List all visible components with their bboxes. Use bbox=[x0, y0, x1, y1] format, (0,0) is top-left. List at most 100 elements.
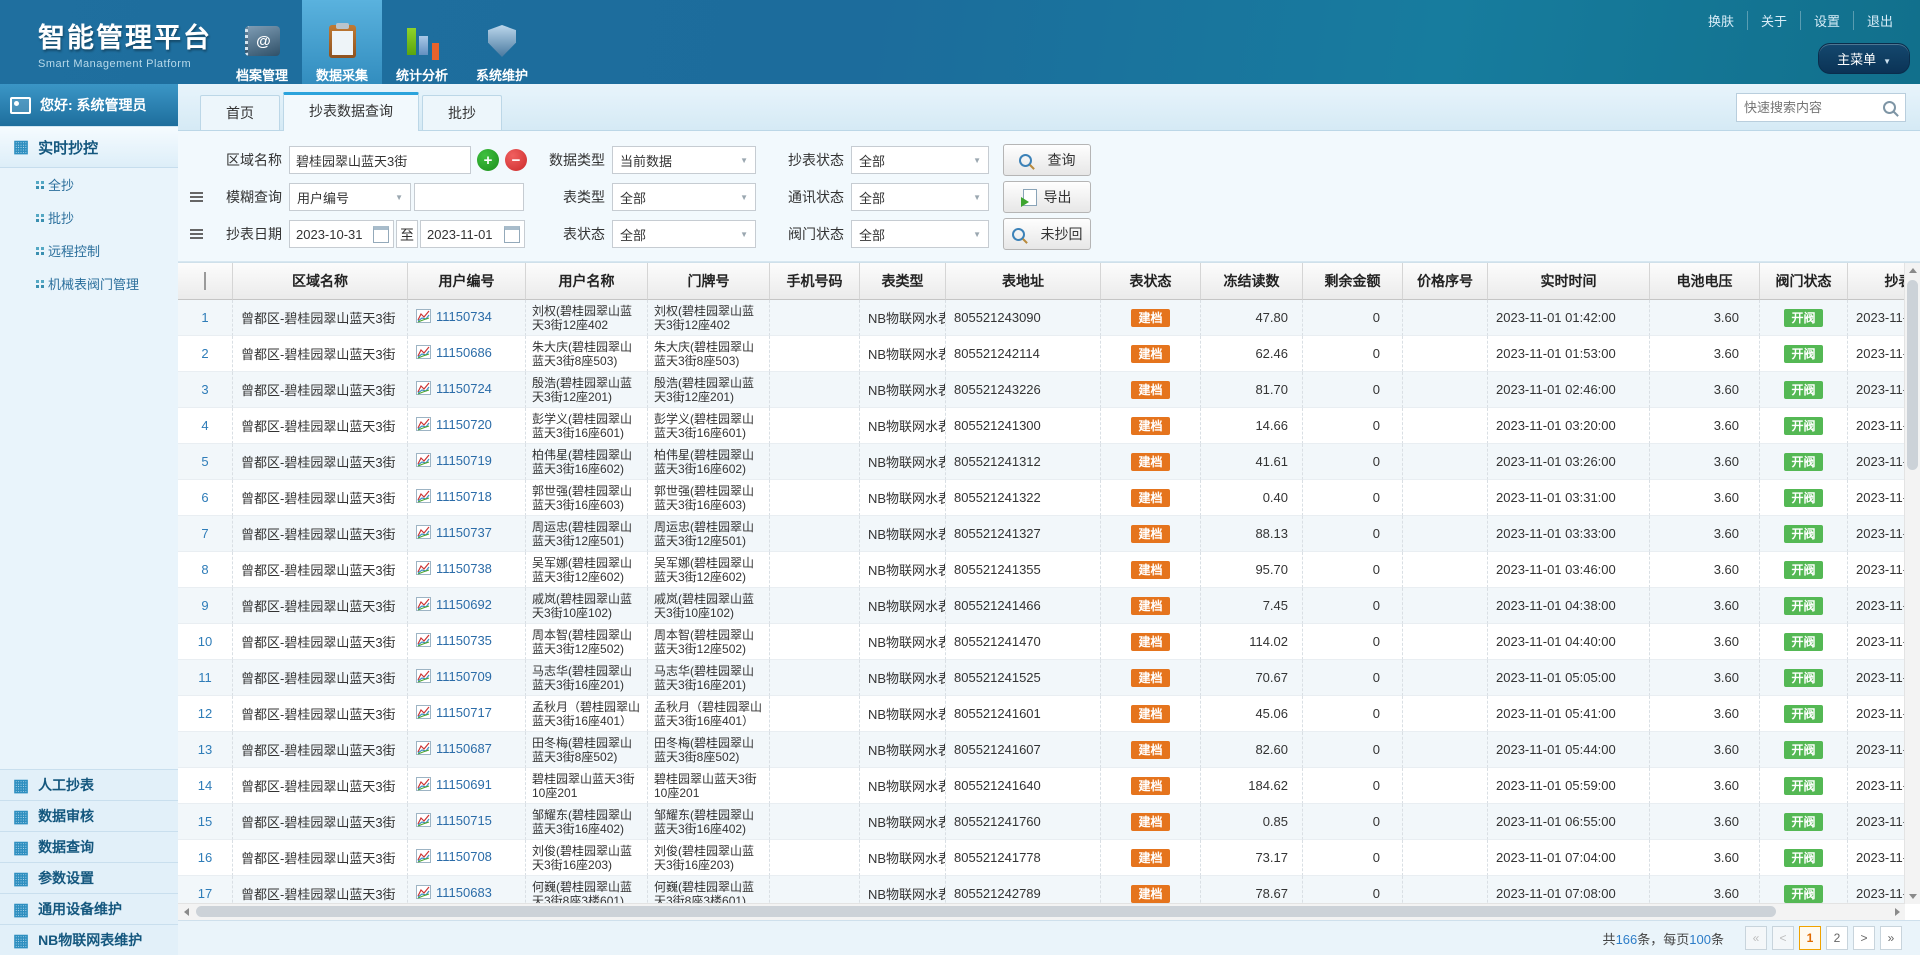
pagination-button[interactable]: 1 bbox=[1799, 926, 1821, 950]
usage-chart-icon[interactable] bbox=[416, 309, 431, 326]
usage-chart-icon[interactable] bbox=[416, 345, 431, 362]
date-from-input[interactable]: 2023-10-31 bbox=[289, 220, 394, 248]
table-row[interactable]: 8 曾都区-碧桂园翠山蓝天3街 11150738 吴军娜(碧桂园翠山蓝天3街12… bbox=[178, 552, 1905, 588]
table-row[interactable]: 10 曾都区-碧桂园翠山蓝天3街 11150735 周本智(碧桂园翠山蓝天3街1… bbox=[178, 624, 1905, 660]
pagination-button[interactable]: > bbox=[1853, 926, 1875, 950]
usage-chart-icon[interactable] bbox=[416, 489, 431, 506]
usage-chart-icon[interactable] bbox=[416, 669, 431, 686]
valve-status-select[interactable]: 全部▼ bbox=[851, 220, 989, 248]
table-row[interactable]: 5 曾都区-碧桂园翠山蓝天3街 11150719 柏伟星(碧桂园翠山蓝天3街16… bbox=[178, 444, 1905, 480]
table-row[interactable]: 9 曾都区-碧桂园翠山蓝天3街 11150692 戚岚(碧桂园翠山蓝天3街10座… bbox=[178, 588, 1905, 624]
tab[interactable]: 批抄 bbox=[422, 95, 502, 130]
table-row[interactable]: 14 曾都区-碧桂园翠山蓝天3街 11150691 碧桂园翠山蓝天3街10座20… bbox=[178, 768, 1905, 804]
add-area-button[interactable]: + bbox=[477, 149, 499, 171]
calendar-icon[interactable] bbox=[373, 226, 389, 243]
scroll-left-button[interactable] bbox=[178, 904, 194, 919]
cell-meter-status: 建档 bbox=[1101, 768, 1201, 804]
user-no-value: 11150737 bbox=[436, 525, 492, 540]
comm-status-select[interactable]: 全部▼ bbox=[851, 183, 989, 211]
tab[interactable]: 首页 bbox=[200, 95, 280, 130]
fuzzy-field-select[interactable]: 用户编号▼ bbox=[289, 183, 411, 211]
vertical-scroll-thumb[interactable] bbox=[1907, 280, 1918, 470]
meter-status-select[interactable]: 全部▼ bbox=[612, 220, 756, 248]
usage-chart-icon[interactable] bbox=[416, 561, 431, 578]
unread-button[interactable]: 未抄回 bbox=[1003, 218, 1091, 250]
header-link[interactable]: 退出 bbox=[1854, 11, 1906, 30]
meter-type-select[interactable]: 全部▼ bbox=[612, 183, 756, 211]
usage-chart-icon[interactable] bbox=[416, 777, 431, 794]
sidebar-item-realtime-reading[interactable]: 实时抄控 bbox=[0, 126, 178, 168]
table-row[interactable]: 4 曾都区-碧桂园翠山蓝天3街 11150720 彭学义(碧桂园翠山蓝天3街16… bbox=[178, 408, 1905, 444]
header-link[interactable]: 设置 bbox=[1801, 11, 1854, 30]
cell-user-no: 11150692 bbox=[408, 588, 526, 624]
nav-item[interactable]: 数据采集 bbox=[302, 0, 382, 91]
sidebar-sub-item[interactable]: 批抄 bbox=[0, 201, 178, 234]
usage-chart-icon[interactable] bbox=[416, 525, 431, 542]
scroll-down-button[interactable] bbox=[1905, 889, 1920, 904]
export-button[interactable]: 导出 bbox=[1003, 181, 1091, 213]
sidebar-bottom-item[interactable]: NB物联网表维护 bbox=[0, 924, 178, 955]
area-input[interactable] bbox=[289, 146, 471, 174]
table-row[interactable]: 11 曾都区-碧桂园翠山蓝天3街 11150709 马志华(碧桂园翠山蓝天3街1… bbox=[178, 660, 1905, 696]
pagination-button[interactable]: » bbox=[1880, 926, 1902, 950]
data-type-select[interactable]: 当前数据▼ bbox=[612, 146, 756, 174]
nav-item[interactable]: 统计分析 bbox=[382, 0, 462, 91]
scroll-right-button[interactable] bbox=[1889, 904, 1905, 919]
main-menu-button[interactable]: 主菜单 bbox=[1818, 43, 1910, 74]
sidebar-sub-item[interactable]: 远程控制 bbox=[0, 234, 178, 267]
usage-chart-icon[interactable] bbox=[416, 849, 431, 866]
sidebar-bottom-item[interactable]: 参数设置 bbox=[0, 862, 178, 893]
table-row[interactable]: 6 曾都区-碧桂园翠山蓝天3街 11150718 郭世强(碧桂园翠山蓝天3街16… bbox=[178, 480, 1905, 516]
nav-item[interactable]: 档案管理 bbox=[222, 0, 302, 91]
table-row[interactable]: 7 曾都区-碧桂园翠山蓝天3街 11150737 周运忠(碧桂园翠山蓝天3街12… bbox=[178, 516, 1905, 552]
cell-phone bbox=[770, 480, 860, 516]
pagination-button[interactable]: « bbox=[1745, 926, 1767, 950]
date-to-input[interactable]: 2023-11-01 bbox=[420, 220, 525, 248]
usage-chart-icon[interactable] bbox=[416, 633, 431, 650]
select-all-header[interactable] bbox=[178, 263, 233, 300]
horizontal-scroll-thumb[interactable] bbox=[196, 906, 1776, 917]
cell-door-no: 戚岚(碧桂园翠山蓝天3街10座102) bbox=[648, 588, 770, 624]
cell-meter-type: NB物联网水表 bbox=[860, 840, 946, 876]
usage-chart-icon[interactable] bbox=[416, 885, 431, 902]
sidebar-sub-item[interactable]: 全抄 bbox=[0, 168, 178, 201]
read-status-select[interactable]: 全部▼ bbox=[851, 146, 989, 174]
archive-icon bbox=[245, 26, 280, 56]
horizontal-scrollbar[interactable] bbox=[178, 903, 1905, 920]
table-row[interactable]: 13 曾都区-碧桂园翠山蓝天3街 11150687 田冬梅(碧桂园翠山蓝天3街8… bbox=[178, 732, 1905, 768]
fuzzy-input[interactable] bbox=[414, 183, 524, 211]
sidebar-sub-item[interactable]: 机械表阀门管理 bbox=[0, 267, 178, 300]
sidebar-bottom-item[interactable]: 人工抄表 bbox=[0, 769, 178, 800]
usage-chart-icon[interactable] bbox=[416, 597, 431, 614]
query-button[interactable]: 查询 bbox=[1003, 144, 1091, 176]
remove-area-button[interactable]: − bbox=[505, 149, 527, 171]
usage-chart-icon[interactable] bbox=[416, 417, 431, 434]
table-row[interactable]: 1 曾都区-碧桂园翠山蓝天3街 11150734 刘权(碧桂园翠山蓝天3街12座… bbox=[178, 300, 1905, 336]
table-row[interactable]: 17 曾都区-碧桂园翠山蓝天3街 11150683 何巍(碧桂园翠山蓝天3街8座… bbox=[178, 876, 1905, 904]
scroll-up-button[interactable] bbox=[1905, 263, 1920, 278]
calendar-icon[interactable] bbox=[504, 226, 520, 243]
usage-chart-icon[interactable] bbox=[416, 381, 431, 398]
cell-voltage: 3.60 bbox=[1650, 408, 1760, 444]
sidebar-bottom-item[interactable]: 通用设备维护 bbox=[0, 893, 178, 924]
sidebar-bottom-item[interactable]: 数据审核 bbox=[0, 800, 178, 831]
pagination-button[interactable]: < bbox=[1772, 926, 1794, 950]
table-row[interactable]: 16 曾都区-碧桂园翠山蓝天3街 11150708 刘俊(碧桂园翠山蓝天3街16… bbox=[178, 840, 1905, 876]
usage-chart-icon[interactable] bbox=[416, 741, 431, 758]
nav-item[interactable]: 系统维护 bbox=[462, 0, 542, 91]
search-icon[interactable] bbox=[1883, 101, 1896, 114]
table-row[interactable]: 3 曾都区-碧桂园翠山蓝天3街 11150724 殷浩(碧桂园翠山蓝天3街12座… bbox=[178, 372, 1905, 408]
usage-chart-icon[interactable] bbox=[416, 453, 431, 470]
vertical-scrollbar[interactable] bbox=[1904, 263, 1920, 904]
table-row[interactable]: 2 曾都区-碧桂园翠山蓝天3街 11150686 朱大庆(碧桂园翠山蓝天3街8座… bbox=[178, 336, 1905, 372]
table-row[interactable]: 12 曾都区-碧桂园翠山蓝天3街 11150717 孟秋月（碧桂园翠山蓝天3街1… bbox=[178, 696, 1905, 732]
table-row[interactable]: 15 曾都区-碧桂园翠山蓝天3街 11150715 邹耀东(碧桂园翠山蓝天3街1… bbox=[178, 804, 1905, 840]
usage-chart-icon[interactable] bbox=[416, 705, 431, 722]
header-link[interactable]: 换肤 bbox=[1695, 11, 1748, 30]
search-input[interactable] bbox=[1737, 100, 1883, 115]
pagination-button[interactable]: 2 bbox=[1826, 926, 1848, 950]
sidebar-bottom-item[interactable]: 数据查询 bbox=[0, 831, 178, 862]
usage-chart-icon[interactable] bbox=[416, 813, 431, 830]
header-link[interactable]: 关于 bbox=[1748, 11, 1801, 30]
tab[interactable]: 抄表数据查询 bbox=[283, 92, 419, 131]
